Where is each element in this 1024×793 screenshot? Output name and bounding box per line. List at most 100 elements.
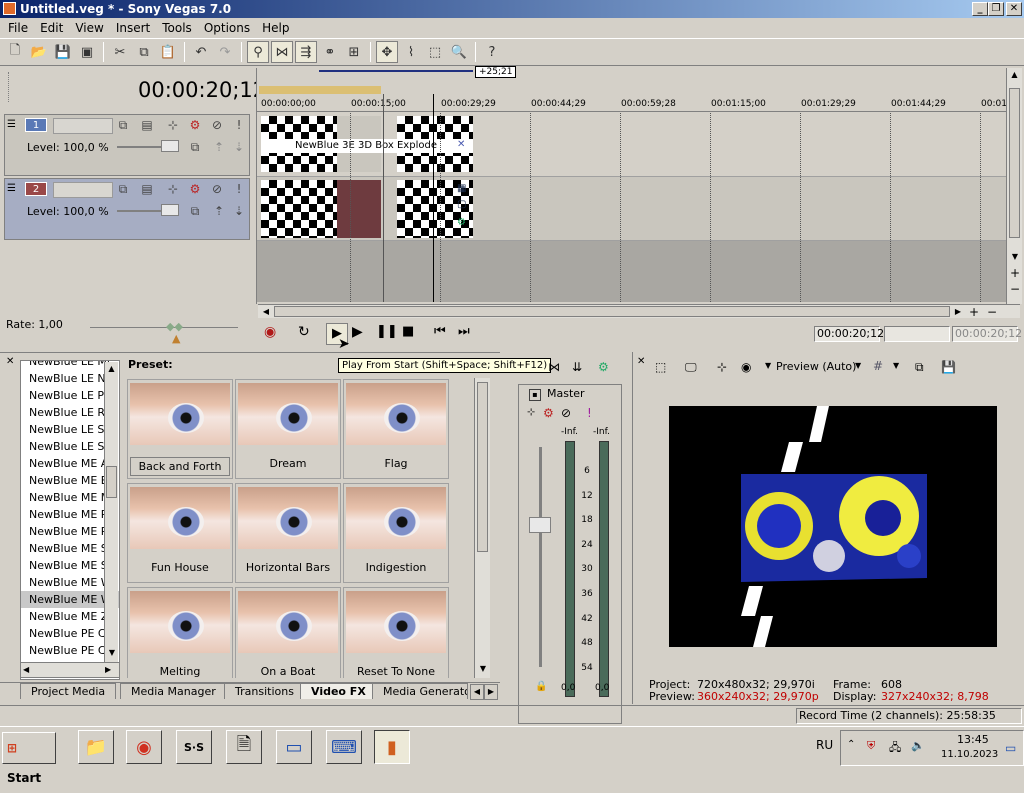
video-clip-body[interactable] [337,180,381,238]
mute-icon[interactable]: ⊘ [209,118,225,132]
loop-playback-icon[interactable]: ↻ [298,324,310,340]
track-header-2[interactable]: ☰ 2 ⧉ ▤ ⊹ ⚙ ⊘ ! Level: 100,0 % ⧉ ⇡ ⇣ [4,178,250,240]
bus-fx-icon[interactable]: ⚙ [543,406,554,420]
mute-icon[interactable]: ⊘ [209,182,225,196]
scroll-up-icon[interactable]: ▲ [105,362,118,376]
tab-transitions[interactable]: Transitions [224,683,305,699]
menu-help[interactable]: Help [256,21,295,35]
external-monitor-icon[interactable]: 🖵 [685,360,697,375]
menu-file[interactable]: File [2,21,34,35]
scroll-right-icon[interactable]: ▶ [105,663,111,677]
track-fx-icon[interactable]: ⚙ [187,182,203,196]
scroll-up-icon[interactable]: ▲ [1007,68,1022,82]
preset-reset-to-none[interactable]: Reset To None [343,587,449,678]
timeline-hscrollbar[interactable]: ◀ ▶ + − [258,304,1020,319]
track-collapse-icon[interactable]: ☰ [7,183,16,194]
new-file-icon[interactable]: 🗋 [4,41,26,63]
move-down-icon[interactable]: ⇣ [231,204,247,218]
render-icon[interactable]: ▣ [76,41,98,63]
explorer-task-icon[interactable]: 📁 [78,730,114,764]
split-screen-icon[interactable]: ⊹ [717,360,727,374]
menu-view[interactable]: View [69,21,109,35]
preset-flag[interactable]: Flag [343,379,449,479]
sonic-app-task-icon[interactable]: S·S [176,730,212,764]
scroll-down-icon[interactable]: ▼ [1007,250,1023,264]
fader-lock-icon[interactable]: 🔒 [535,681,547,692]
level-slider-thumb[interactable] [161,204,179,216]
chrome-task-icon[interactable]: ◉ [126,730,162,764]
track-header-1[interactable]: ☰ 1 ⧉ ▤ ⊹ ⚙ ⊘ ! Level: 100,0 % ⧉ ⇡ ⇣ [4,114,250,176]
show-desktop-icon[interactable]: ▭ [1005,741,1016,755]
hscroll-thumb[interactable] [274,306,950,317]
bus-mute-icon[interactable]: ⊘ [561,406,571,420]
mixer-insert-bus-icon[interactable]: ⚙ [598,360,609,374]
restore-button[interactable]: ❐ [988,2,1004,16]
preview-fx-bypass-icon[interactable]: ◉ [741,360,751,374]
solo-icon[interactable]: ! [231,118,247,132]
zoom-out-icon[interactable]: − [1007,282,1023,296]
play-icon[interactable]: ▶ [352,324,363,340]
chevron-down-icon[interactable]: ▼ [855,361,861,370]
copy-snapshot-icon[interactable]: ⧉ [915,360,924,375]
scroll-thumb[interactable] [1009,88,1020,238]
tab-project-media[interactable]: Project Media [20,683,117,699]
paste-icon[interactable]: 📋 [157,41,179,63]
go-to-end-icon[interactable]: ⏭ [458,324,470,339]
master-checkbox[interactable]: ▪ [529,389,541,401]
minimize-button[interactable]: _ [972,2,988,16]
language-indicator[interactable]: RU [816,738,833,752]
tray-security-icon[interactable]: ⛨ [867,739,875,753]
menu-insert[interactable]: Insert [110,21,156,35]
close-button[interactable]: ✕ [1006,2,1022,16]
pause-icon[interactable]: ❚❚ [376,324,398,339]
master-fader-track[interactable] [539,447,542,667]
tray-network-icon[interactable]: 🖧 [889,739,901,758]
composite-mode-icon[interactable]: ⧉ [115,182,131,197]
scroll-left-icon[interactable]: ◀ [260,305,272,319]
track-lane-1[interactable]: NewBlue 3E 3D Box Explode ✕ [257,113,1007,177]
fx-bypass-icon[interactable]: ⧉ [187,204,203,219]
save-icon[interactable]: 💾 [52,41,74,63]
cut-icon[interactable]: ✂ [109,41,131,63]
scroll-left-icon[interactable]: ◀ [23,663,29,677]
selection-end-timecode[interactable] [884,326,950,342]
window-task-icon[interactable]: ▭ [276,730,312,764]
fx-list-hscrollbar[interactable]: ◀ ▶ [20,662,120,678]
level-slider-thumb[interactable] [161,140,179,152]
tab-media-generators[interactable]: Media Generato [372,683,468,699]
preset-indigestion[interactable]: Indigestion [343,483,449,583]
master-fader-thumb[interactable] [529,517,551,533]
track-name-field[interactable] [53,118,113,134]
start-button[interactable]: ⊞ Start [2,732,56,785]
loop-region-bar[interactable] [259,86,381,94]
track-name-field[interactable] [53,182,113,198]
event-fx-icon[interactable]: ▦ [457,183,466,194]
playhead-cursor[interactable] [433,94,434,302]
selection-start-timecode[interactable]: 00:00:20;12 [814,326,884,342]
tab-video-fx[interactable]: Video FX [300,683,377,699]
selection-tool-icon[interactable]: ⬚ [424,41,446,63]
menu-edit[interactable]: Edit [34,21,69,35]
keyboard-task-icon[interactable]: ⌨ [326,730,362,764]
move-down-icon[interactable]: ⇣ [231,140,247,154]
redo-icon[interactable]: ↷ [214,41,236,63]
solo-icon[interactable]: ! [231,182,247,196]
time-ruler[interactable]: 00:00:00;00 00:00:15;00 00:00:29;29 00:0… [257,94,1021,112]
fx-list-vscrollbar[interactable]: ▲ ▼ [104,362,118,662]
mixer-dim-icon[interactable]: ⇊ [572,360,582,374]
tray-expand-icon[interactable]: ⌃ [847,739,855,750]
preset-vscrollbar[interactable]: ▼ [474,378,490,678]
preset-dream[interactable]: Dream [235,379,341,479]
transition-icon[interactable]: ✕ [457,139,465,150]
stop-icon[interactable]: ■ [402,324,414,339]
track-collapse-icon[interactable]: ☰ [7,119,16,130]
track-fx-icon[interactable]: ⚙ [187,118,203,132]
move-up-icon[interactable]: ⇡ [211,140,227,154]
composite-mode-icon[interactable]: ⧉ [115,118,131,133]
menu-tools[interactable]: Tools [156,21,198,35]
tab-media-manager[interactable]: Media Manager [120,683,227,699]
scroll-down-icon[interactable]: ▼ [105,646,119,660]
scroll-thumb[interactable] [477,382,488,552]
move-up-icon[interactable]: ⇡ [211,204,227,218]
video-clip-thumb[interactable] [261,180,337,238]
